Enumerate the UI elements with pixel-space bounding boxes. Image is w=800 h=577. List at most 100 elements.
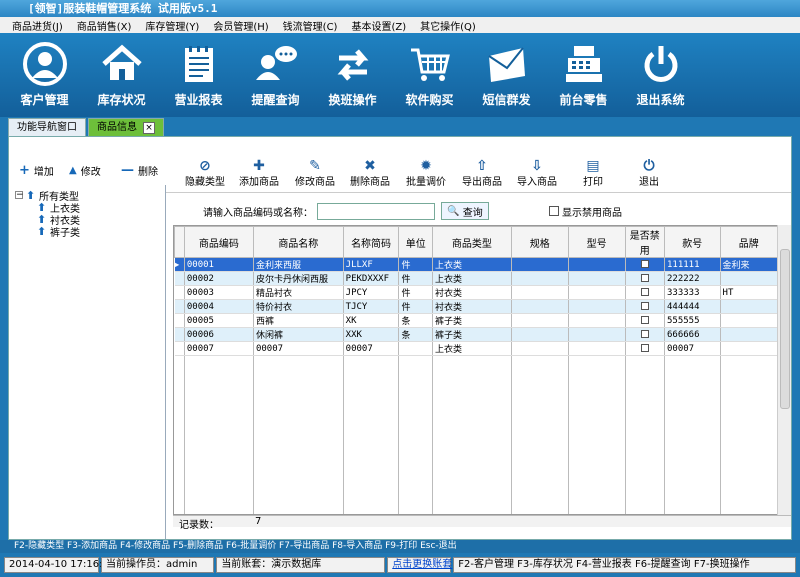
table-cell: 00007 — [184, 341, 254, 356]
menu-members[interactable]: 会员管理(H) — [213, 18, 268, 33]
column-header[interactable]: 品牌 — [719, 226, 778, 258]
search-label: 请输入商品编码或名称： — [203, 207, 313, 219]
table-cell[interactable] — [625, 285, 665, 300]
column-header[interactable]: 商品编码 — [183, 226, 254, 258]
tab-navigation[interactable]: 功能导航窗口 — [8, 118, 86, 136]
import-product-label: 导入商品 — [517, 177, 557, 188]
tree-item-shirt[interactable]: ⬆ 衬衣类 — [15, 213, 159, 227]
table-cell[interactable] — [625, 299, 665, 314]
table-cell — [568, 367, 626, 380]
table-cell — [343, 379, 400, 392]
tree-root[interactable]: − ⬆ 所有类型 — [15, 189, 159, 203]
table-cell — [184, 415, 254, 428]
toolbar-exit-button[interactable]: 退出系统 — [622, 33, 699, 117]
disabled-checkbox[interactable] — [640, 260, 649, 268]
hide-type-button[interactable]: ⊘ 隐藏类型 — [177, 159, 233, 188]
table-cell[interactable] — [625, 327, 665, 342]
toolbar-retail-button[interactable]: 前台零售 — [545, 33, 622, 117]
switch-account-link[interactable]: 点击更换账套 — [387, 557, 452, 573]
table-cell — [253, 379, 344, 392]
table-cell — [720, 327, 778, 342]
table-row[interactable]: 00005 西裤 XK 条裤子类 555555 — [174, 313, 778, 328]
export-product-button[interactable]: ⇧ 导出商品 — [454, 159, 510, 188]
delete-type-button[interactable]: — 删除 — [121, 163, 158, 178]
collapse-icon[interactable]: − — [15, 191, 24, 200]
disabled-checkbox[interactable] — [640, 274, 649, 282]
menu-other[interactable]: 其它操作(Q) — [420, 18, 476, 33]
menu-cashflow[interactable]: 钱流管理(C) — [283, 18, 338, 33]
show-disabled-toggle[interactable]: 显示禁用商品 — [549, 204, 622, 219]
toolbar-shift-button[interactable]: 换班操作 — [314, 33, 391, 117]
menu-purchase[interactable]: 商品进货(J) — [12, 18, 63, 33]
table-cell — [625, 367, 665, 380]
edit-product-button[interactable]: ✎ 修改商品 — [287, 159, 343, 188]
table-row[interactable]: ▶ 00001 金利来西服 JLLXF 件上衣类 111111 金利来 — [174, 257, 778, 272]
toolbar-buy-button[interactable]: 软件购买 — [391, 33, 468, 117]
table-cell — [568, 271, 626, 286]
table-cell: 件 — [398, 257, 433, 272]
menu-settings[interactable]: 基本设置(Z) — [351, 18, 406, 33]
column-header[interactable]: 名称简码 — [342, 226, 400, 258]
product-grid: 商品编码 商品名称 名称简码 单位 商品类型 规格 型号 是否禁用 款号 品牌 … — [173, 225, 779, 515]
table-row[interactable]: 00006 休闲裤 XXK 条裤子类 666666 — [174, 327, 778, 342]
table-cell — [568, 439, 626, 452]
column-header[interactable]: 是否禁用 — [624, 226, 665, 258]
toolbar-retail-label: 前台零售 — [559, 93, 608, 107]
column-header[interactable]: 单位 — [398, 226, 433, 258]
table-row[interactable]: 00004 特价衬衣 TJCY 件衬衣类 444444 — [174, 299, 778, 314]
table-cell[interactable] — [625, 313, 665, 328]
batch-price-button[interactable]: ✹ 批量调价 — [398, 159, 454, 188]
tree-item-top[interactable]: ⬆ 上衣类 — [15, 201, 159, 215]
menu-sales[interactable]: 商品销售(X) — [77, 18, 132, 33]
show-disabled-checkbox[interactable] — [549, 206, 559, 216]
disabled-checkbox[interactable] — [640, 302, 649, 310]
add-type-button[interactable]: + 增加 — [19, 163, 54, 178]
column-header[interactable]: 规格 — [510, 226, 569, 258]
toolbar-sms-button[interactable]: 短信群发 — [468, 33, 545, 117]
print-button[interactable]: ▤ 打印 — [565, 159, 621, 188]
close-icon[interactable]: × — [143, 121, 155, 134]
toolbar-report-button[interactable]: 营业报表 — [160, 33, 237, 117]
disabled-checkbox[interactable] — [640, 316, 649, 324]
column-header[interactable]: 型号 — [567, 226, 626, 258]
tree-item-pants[interactable]: ⬆ 裤子类 — [15, 225, 159, 239]
tab-bar: 功能导航窗口 商品信息 × — [8, 118, 800, 136]
table-cell[interactable] — [625, 271, 665, 286]
table-cell[interactable] — [625, 341, 665, 356]
import-product-button[interactable]: ⇩ 导入商品 — [509, 159, 565, 188]
disabled-checkbox[interactable] — [640, 344, 649, 352]
edit-type-button[interactable]: ▲ 修改 — [69, 163, 101, 178]
exit-button[interactable]: ⏻ 退出 — [621, 159, 677, 188]
table-row[interactable]: 00007 00007 00007 上衣类 00007 — [174, 341, 778, 356]
column-header[interactable]: 款号 — [663, 226, 721, 258]
table-cell — [664, 403, 721, 416]
toolbar-reminder-button[interactable]: 提醒查询 — [237, 33, 314, 117]
search-button[interactable]: 🔍 查询 — [441, 202, 489, 220]
disabled-checkbox[interactable] — [640, 288, 649, 296]
table-cell — [184, 439, 254, 452]
table-cell — [432, 475, 512, 488]
toolbar-stock-button[interactable]: 库存状况 — [83, 33, 160, 117]
table-row[interactable]: 00002 皮尔卡丹休闲西服 PEKDXXXF 件上衣类 222222 — [174, 271, 778, 286]
column-header[interactable]: 商品名称 — [252, 226, 344, 258]
table-cell: 00002 — [184, 271, 254, 286]
delete-product-button[interactable]: ✖ 删除商品 — [342, 159, 398, 188]
table-cell: 上衣类 — [432, 341, 512, 356]
table-row[interactable]: 00003 精品衬衣 JPCY 件衬衣类 333333 HT — [174, 285, 778, 300]
menu-inventory[interactable]: 库存管理(Y) — [145, 18, 199, 33]
table-cell — [511, 475, 569, 488]
column-header[interactable]: 商品类型 — [431, 226, 512, 258]
empty-row — [174, 499, 778, 512]
scrollbar-thumb[interactable] — [780, 249, 790, 409]
tab-product-info[interactable]: 商品信息 × — [88, 118, 164, 136]
table-cell — [184, 391, 254, 404]
table-cell — [568, 463, 626, 476]
table-cell — [432, 463, 512, 476]
disabled-checkbox[interactable] — [640, 330, 649, 338]
search-input[interactable] — [317, 202, 435, 220]
table-cell[interactable] — [625, 257, 665, 272]
toolbar-customer-button[interactable]: 客户管理 — [6, 33, 83, 117]
table-cell — [568, 427, 626, 440]
vertical-scrollbar[interactable] — [777, 225, 791, 515]
add-product-button[interactable]: ✚ 添加商品 — [231, 159, 287, 188]
